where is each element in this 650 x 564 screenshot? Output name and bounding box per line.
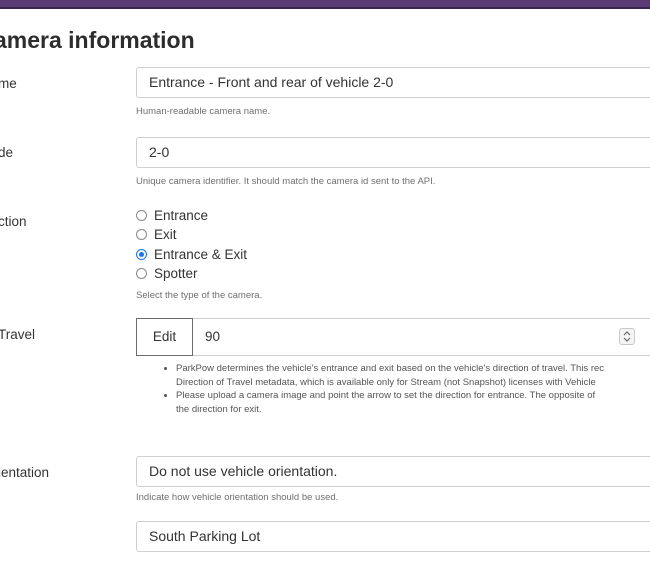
name-label: me [0, 76, 17, 91]
travel-note-2-line-2: the direction for exit. [176, 403, 262, 415]
spinner-arrows-icon[interactable] [619, 328, 635, 345]
orientation-label: ientation [0, 465, 50, 480]
edit-button[interactable]: Edit [136, 318, 193, 356]
travel-notes: ParkPow determines the vehicle's entranc… [162, 362, 650, 416]
radio-entrance-exit[interactable]: Entrance & Exit [136, 245, 247, 263]
radio-label-entrance-exit: Entrance & Exit [154, 246, 248, 262]
travel-note-1-line-1: ParkPow determines the vehicle's entranc… [176, 363, 605, 374]
camera-code-input[interactable]: 2-0 [136, 137, 650, 168]
radio-label-exit: Exit [154, 226, 177, 242]
radio-button-exit[interactable] [136, 228, 147, 240]
page-title: amera information [0, 27, 195, 53]
radio-entrance[interactable]: Entrance [136, 206, 208, 224]
radio-label-spotter: Spotter [154, 265, 198, 281]
travel-note-2-line-1: Please upload a camera image and point t… [176, 390, 596, 402]
travel-note-2: Please upload a camera image and point t… [176, 389, 650, 416]
travel-note-1-line-2: Direction of Travel metadata, which is a… [176, 376, 596, 388]
radio-label-entrance: Entrance [154, 207, 209, 223]
camera-name-input[interactable]: Entrance - Front and rear of vehicle 2-0 [136, 67, 650, 98]
orientation-help: Indicate how vehicle orientation should … [136, 492, 339, 503]
radio-exit[interactable]: Exit [136, 225, 177, 243]
travel-label: Travel [0, 327, 36, 342]
camera-name-help: Human-readable camera name. [136, 106, 271, 117]
radio-button-entrance-exit[interactable] [136, 248, 147, 260]
travel-note-1: ParkPow determines the vehicle's entranc… [176, 362, 650, 389]
travel-direction-input[interactable]: 90 [193, 318, 650, 356]
vehicle-orientation-select[interactable]: Do not use vehicle orientation. [136, 456, 650, 487]
top-accent-bar [0, 0, 650, 9]
direction-label: ction [0, 214, 27, 229]
camera-code-help: Unique camera identifier. It should matc… [136, 176, 436, 187]
radio-button-spotter[interactable] [136, 267, 147, 279]
radio-button-entrance[interactable] [136, 209, 147, 221]
direction-help: Select the type of the camera. [136, 290, 263, 301]
radio-spotter[interactable]: Spotter [136, 264, 198, 282]
code-label: de [0, 145, 14, 160]
parking-lot-select[interactable]: South Parking Lot [136, 521, 650, 552]
